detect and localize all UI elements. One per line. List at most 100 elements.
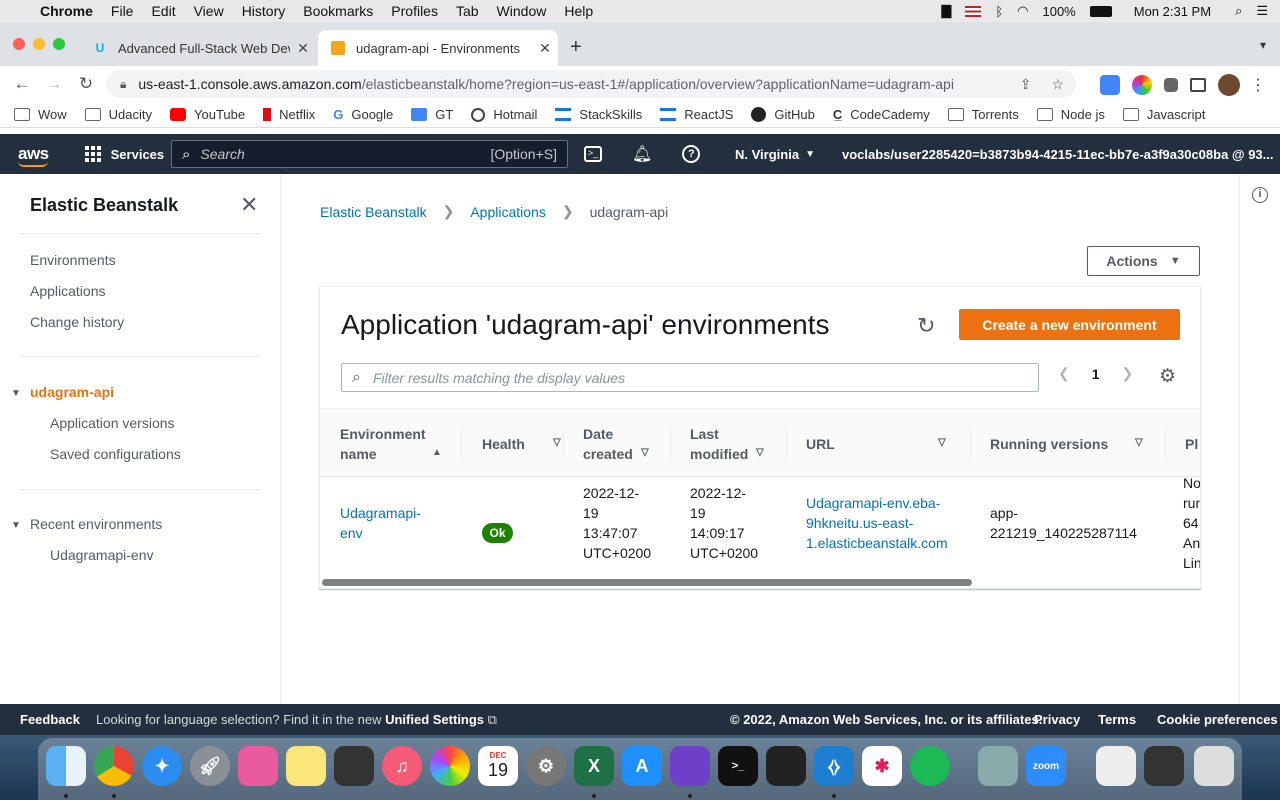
menu-help[interactable]: Help (564, 3, 593, 19)
bookmark-netflix[interactable]: Netflix (263, 107, 315, 122)
notes-icon[interactable] (286, 746, 326, 786)
environment-name-link[interactable]: Udagramapi-env (340, 503, 421, 543)
bookmark-stackskills[interactable]: StackSkills (555, 107, 642, 122)
wifi-icon[interactable]: ◠ (1017, 3, 1028, 19)
column-header-date-created[interactable]: Date created ▽ (563, 409, 649, 478)
slack-icon[interactable]: ✱ (862, 746, 902, 786)
menu-view[interactable]: View (194, 3, 224, 19)
control-center-icon[interactable]: ☰ (1256, 3, 1268, 19)
calendar-icon[interactable]: DEC 19 (478, 746, 518, 786)
chrome-icon[interactable] (94, 746, 134, 786)
share-icon[interactable]: ⇪ (1020, 76, 1032, 93)
sidebar-item-application-versions[interactable]: Application versions (50, 415, 175, 431)
column-header-environment-name[interactable]: Environment name ▲ (340, 409, 442, 478)
screen-mirror-icon[interactable]: ▇ (941, 3, 951, 19)
sort-ascending-icon[interactable]: ▲ (432, 447, 442, 458)
github-desktop-icon[interactable] (670, 746, 710, 786)
bookmark-udacity[interactable]: Udacity (84, 107, 152, 122)
account-menu[interactable]: voclabs/user2285420=b3873b94-4215-11ec-b… (842, 134, 1280, 174)
bluetooth-icon[interactable]: ᛒ (995, 4, 1003, 19)
activity-monitor-icon[interactable] (766, 746, 806, 786)
extensions-puzzle-icon[interactable] (1164, 78, 1178, 92)
trash-icon[interactable] (1194, 746, 1234, 786)
info-icon[interactable]: i (1252, 187, 1268, 203)
music-icon[interactable]: ♫ (382, 746, 422, 786)
terminal-icon[interactable]: >_ (718, 746, 758, 786)
cloudshell-icon[interactable]: >_ (584, 146, 602, 162)
column-header-url[interactable]: URL ▽ (786, 409, 946, 478)
column-header-health[interactable]: Health ▽ (461, 409, 561, 478)
sidebar-item-udagram-api[interactable]: udagram-api (30, 384, 114, 400)
external-link-icon[interactable]: ⧉ (488, 712, 497, 727)
spotify-icon[interactable] (910, 746, 950, 786)
caret-down-icon[interactable]: ▼ (11, 388, 21, 399)
filter-input[interactable] (372, 369, 993, 386)
sidebar-item-change-history[interactable]: Change history (30, 314, 124, 330)
column-header-platform[interactable]: Pl (1165, 409, 1198, 478)
system-preferences-icon[interactable]: ⚙ (526, 746, 566, 786)
menu-file[interactable]: File (111, 3, 134, 19)
bookmark-github[interactable]: GitHub (751, 107, 815, 122)
sort-icon[interactable]: ▽ (1135, 437, 1143, 448)
caret-down-icon[interactable]: ▼ (11, 520, 21, 531)
sidebar-recent-environments[interactable]: Recent environments (30, 516, 162, 532)
spotlight-search-icon[interactable]: ⌕ (1235, 3, 1242, 19)
breadcrumb-applications[interactable]: Applications (470, 204, 546, 220)
close-tab-icon[interactable]: ✕ (532, 40, 558, 57)
bookmark-google[interactable]: G Google (333, 107, 393, 122)
sidebar-item-recent-env[interactable]: Udagramapi-env (50, 547, 154, 563)
safari-icon[interactable]: ✦ (142, 746, 182, 786)
tab-aws-environments[interactable]: udagram-api - Environments ✕ (318, 30, 558, 66)
column-header-last-modified[interactable]: Last modified ▽ (670, 409, 764, 478)
table-settings-gear-icon[interactable]: ⚙ (1159, 365, 1176, 388)
menu-tab[interactable]: Tab (456, 3, 479, 19)
tab-search-chevron-icon[interactable]: ▾ (1260, 38, 1266, 52)
menu-bookmarks[interactable]: Bookmarks (303, 3, 373, 19)
menu-app-name[interactable]: Chrome (40, 3, 93, 19)
profile-avatar[interactable] (1218, 74, 1240, 96)
sort-icon[interactable]: ▽ (938, 437, 946, 448)
cookie-preferences-link[interactable]: Cookie preferences (1157, 712, 1278, 727)
finder-icon[interactable] (46, 746, 86, 786)
sort-icon[interactable]: ▽ (641, 447, 649, 458)
google-translate-extension-icon[interactable] (1100, 75, 1120, 95)
battery-icon[interactable] (1089, 5, 1112, 17)
sidebar-title[interactable]: Elastic Beanstalk (30, 195, 178, 216)
aws-logo[interactable]: aws (18, 144, 49, 167)
sidebar-item-saved-configurations[interactable]: Saved configurations (50, 446, 181, 462)
minimized-window-icon[interactable] (1144, 746, 1184, 786)
photos-icon[interactable] (430, 746, 470, 786)
bookmark-torrents[interactable]: Torrents (947, 107, 1019, 122)
services-button[interactable]: Services (84, 146, 164, 162)
privacy-link[interactable]: Privacy (1034, 712, 1080, 727)
launchpad-icon[interactable]: 🚀︎ (190, 746, 230, 786)
zoom-icon[interactable]: zoom (1026, 746, 1066, 786)
address-bar[interactable]: 🔒︎ us-east-1.console.aws.amazon.com /ela… (106, 70, 1076, 98)
previous-page-icon[interactable]: ❮ (1058, 365, 1070, 382)
sort-icon[interactable]: ▽ (553, 437, 561, 448)
refresh-icon[interactable]: ↻ (917, 313, 935, 339)
page-number[interactable]: 1 (1092, 366, 1100, 382)
column-header-running-versions[interactable]: Running versions ▽ (970, 409, 1143, 478)
side-panel-icon[interactable] (1190, 78, 1206, 92)
bookmark-javascript[interactable]: Javascript (1122, 107, 1205, 122)
back-arrow-icon[interactable]: ← (6, 74, 38, 94)
aws-search-input[interactable]: ⌕ Search [Option+S] (171, 140, 568, 168)
minimized-window-icon[interactable] (1096, 746, 1136, 786)
activity-app-icon[interactable] (334, 746, 374, 786)
unified-settings-link[interactable]: Unified Settings (385, 712, 484, 727)
close-tab-icon[interactable]: ✕ (290, 40, 316, 57)
clock[interactable]: Mon 2:31 PM (1134, 4, 1211, 19)
create-environment-button[interactable]: Create a new environment (959, 309, 1180, 340)
close-icon[interactable]: ✕ (240, 192, 258, 218)
reload-icon[interactable]: ↻ (70, 74, 102, 94)
zoom-window-button[interactable] (53, 38, 65, 50)
bookmark-wow[interactable]: Wow (14, 107, 67, 122)
preview-icon[interactable] (978, 746, 1018, 786)
bookmark-nodejs[interactable]: Node js (1036, 107, 1105, 122)
bookmark-codecademy[interactable]: C̲ CodeCademy (833, 107, 930, 122)
breadcrumb-elastic-beanstalk[interactable]: Elastic Beanstalk (320, 204, 427, 220)
region-selector[interactable]: N. Virginia ▼ (735, 134, 815, 174)
sidebar-item-applications[interactable]: Applications (30, 283, 106, 299)
terms-link[interactable]: Terms (1098, 712, 1136, 727)
